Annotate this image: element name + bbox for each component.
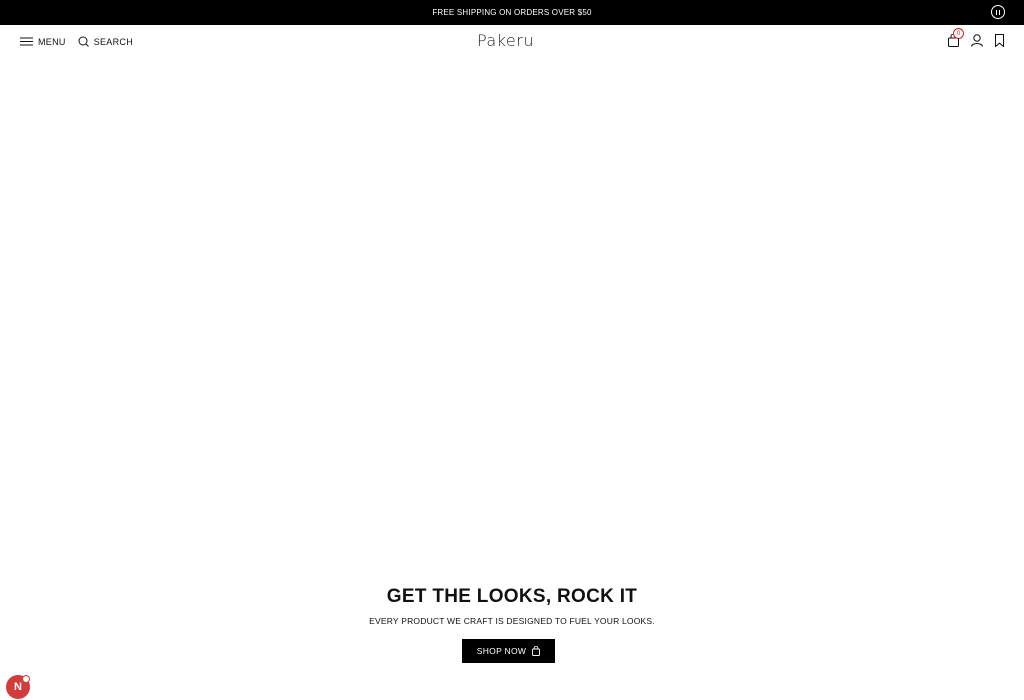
search-button[interactable]: SEARCH — [78, 36, 133, 47]
cart-button[interactable]: 0 — [948, 28, 964, 47]
shop-now-button[interactable]: SHOP NOW — [462, 639, 555, 663]
floating-widget-button[interactable]: N — [6, 675, 30, 699]
shop-now-label: SHOP NOW — [476, 646, 527, 656]
site-header: MENU SEARCH Pakeru 0 — [0, 25, 1024, 61]
hero-section: GET THE LOOKS, ROCK IT EVERY PRODUCT WE … — [0, 61, 1024, 700]
announcement-text: FREE SHIPPING ON ORDERS OVER $50 — [432, 8, 592, 17]
notification-dot-icon — [22, 675, 30, 683]
menu-icon — [20, 37, 33, 46]
hero-subtitle: EVERY PRODUCT WE CRAFT IS DESIGNED TO FU… — [369, 616, 655, 626]
header-right: 0 — [938, 28, 1004, 47]
search-label: SEARCH — [93, 36, 134, 47]
account-button[interactable] — [971, 34, 983, 47]
menu-button[interactable]: MENU — [20, 37, 66, 47]
widget-label: N — [14, 681, 22, 693]
announcement-bar: FREE SHIPPING ON ORDERS OVER $50 — [0, 0, 1024, 25]
cart-count-badge: 0 — [953, 28, 964, 39]
site-logo[interactable]: Pakeru — [477, 31, 534, 50]
wishlist-button[interactable] — [995, 34, 1004, 47]
search-icon — [78, 36, 89, 47]
header-left: MENU SEARCH — [20, 36, 145, 47]
pause-icon[interactable] — [991, 5, 1005, 19]
bag-icon — [532, 646, 541, 656]
bookmark-icon — [995, 34, 1004, 47]
account-icon — [971, 34, 983, 47]
hero-title: GET THE LOOKS, ROCK IT — [386, 586, 638, 607]
menu-label: MENU — [38, 36, 66, 47]
